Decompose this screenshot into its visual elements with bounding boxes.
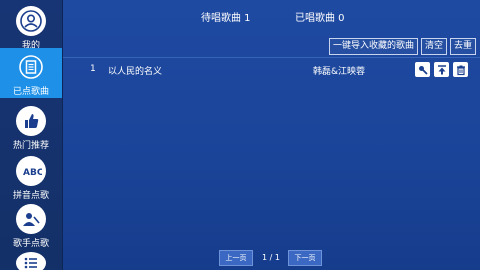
sidebar-item-mine[interactable]: 我的 — [0, 2, 62, 52]
sing-mic-icon[interactable] — [415, 62, 430, 77]
song-row[interactable]: 1 以人民的名义 韩磊&江映蓉 — [63, 60, 480, 80]
abc-icon: ABC — [16, 156, 46, 186]
tab-sung-songs[interactable]: 已唱歌曲 0 — [295, 9, 345, 24]
song-actions — [415, 62, 468, 77]
sidebar-item-pinyin[interactable]: ABC 拼音点歌 — [0, 152, 62, 202]
divider — [63, 57, 480, 58]
tab-bar: 待唱歌曲 1 已唱歌曲 0 — [63, 0, 480, 34]
clear-button[interactable]: 清空 — [420, 38, 447, 55]
sidebar-item-more[interactable] — [0, 248, 62, 270]
move-to-top-icon[interactable] — [434, 62, 449, 77]
delete-icon[interactable] — [453, 62, 468, 77]
sidebar-item-label: 已点歌曲 — [12, 87, 49, 97]
list-icon — [16, 252, 46, 270]
sidebar-item-hot[interactable]: 热门推荐 — [0, 102, 62, 152]
sidebar-item-ordered[interactable]: 已点歌曲 — [0, 48, 62, 98]
singer-icon — [16, 204, 46, 234]
user-icon — [16, 6, 46, 36]
sidebar-item-label: 热门推荐 — [12, 141, 49, 151]
dedupe-button[interactable]: 去重 — [449, 38, 476, 55]
import-favorites-button[interactable]: 一键导入收藏的歌曲 — [328, 38, 418, 55]
main-panel: 待唱歌曲 1 已唱歌曲 0 一键导入收藏的歌曲 清空 去重 1 以人民的名义 韩… — [63, 0, 480, 270]
sidebar-item-singer[interactable]: 歌手点歌 — [0, 200, 62, 250]
toolbar: 一键导入收藏的歌曲 清空 去重 — [328, 38, 476, 55]
page-info: 1 / 1 — [262, 253, 280, 262]
sidebar: 我的 已点歌曲 热门推荐 ABC 拼音点歌 歌手点歌 — [0, 0, 63, 270]
prev-page-button[interactable]: 上一页 — [219, 250, 253, 266]
song-artist: 韩磊&江映蓉 — [313, 67, 366, 77]
next-page-button[interactable]: 下一页 — [288, 250, 322, 266]
song-title: 以人民的名义 — [108, 67, 163, 77]
song-number: 1 — [90, 64, 96, 74]
svg-text:ABC: ABC — [23, 168, 42, 178]
thumbs-up-icon — [16, 106, 46, 136]
tab-pending-songs[interactable]: 待唱歌曲 1 — [201, 9, 251, 24]
document-icon — [16, 52, 46, 82]
pagination: 上一页 1 / 1 下一页 — [63, 250, 480, 266]
